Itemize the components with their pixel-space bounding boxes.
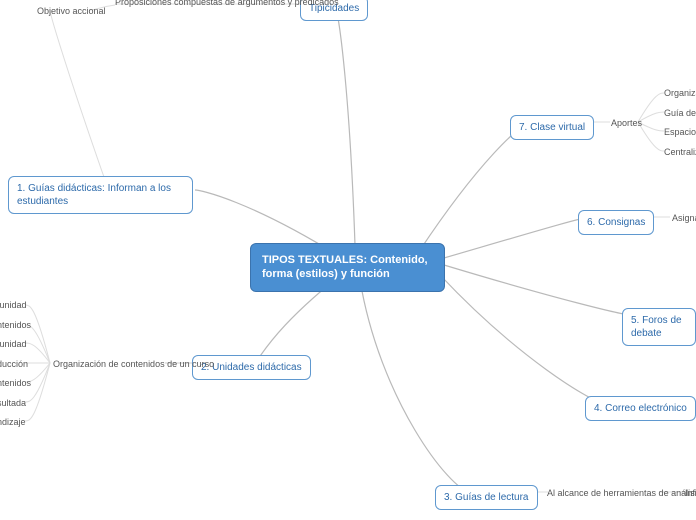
leaf-partial-4[interactable]: oducción [0, 359, 28, 369]
leaf-partial-5[interactable]: ontenidos [0, 378, 31, 388]
leaf-guia-lec[interactable]: Guía de lec [664, 108, 696, 118]
leaf-info[interactable]: Info [685, 488, 696, 498]
leaf-asignacion[interactable]: Asignacio [672, 213, 696, 223]
leaf-partial-7[interactable]: endizaje [0, 417, 26, 427]
branch-correo[interactable]: 4. Correo electrónico [585, 396, 696, 421]
branch-consignas[interactable]: 6. Consignas [578, 210, 654, 235]
branch-label: 1. Guías didácticas: Informan a los estu… [17, 183, 171, 207]
central-label: TIPOS TEXTUALES: Contenido, forma (estil… [262, 254, 428, 280]
leaf-organizacion[interactable]: Organización de contenidos de un curso [53, 359, 214, 369]
branch-guias-didacticas[interactable]: 1. Guías didácticas: Informan a los estu… [8, 176, 193, 214]
branch-label: 3. Guías de lectura [444, 492, 529, 503]
branch-label: 6. Consignas [587, 217, 645, 228]
branch-label: 4. Correo electrónico [594, 403, 687, 414]
branch-label: 7. Clase virtual [519, 122, 585, 133]
leaf-objetivo-accional[interactable]: Objetivo accional [37, 6, 106, 16]
leaf-partial-6[interactable]: nsultada [0, 398, 26, 408]
leaf-espacio[interactable]: Espacio de [664, 127, 696, 137]
branch-clase-virtual[interactable]: 7. Clase virtual [510, 115, 594, 140]
branch-foros[interactable]: 5. Foros de debate [622, 308, 696, 346]
leaf-partial-2[interactable]: ontenidos [0, 320, 31, 330]
leaf-partial-1[interactable]: a unidad [0, 300, 27, 310]
branch-label: 5. Foros de debate [631, 315, 682, 339]
leaf-organizar[interactable]: Organizar t [664, 88, 696, 98]
leaf-partial-3[interactable]: a unidad [0, 339, 27, 349]
leaf-alcance[interactable]: Al alcance de herramientas de análisis [547, 488, 696, 498]
leaf-proposiciones[interactable]: Proposiciones compuestas de argumentos y… [115, 0, 339, 7]
branch-label: 2. Unidades didácticas [201, 362, 302, 373]
leaf-aportes[interactable]: Aportes [611, 118, 642, 128]
branch-guias-lectura[interactable]: 3. Guías de lectura [435, 485, 538, 510]
central-topic[interactable]: TIPOS TEXTUALES: Contenido, forma (estil… [250, 243, 445, 292]
leaf-centraliza[interactable]: Centralizad [664, 147, 696, 157]
